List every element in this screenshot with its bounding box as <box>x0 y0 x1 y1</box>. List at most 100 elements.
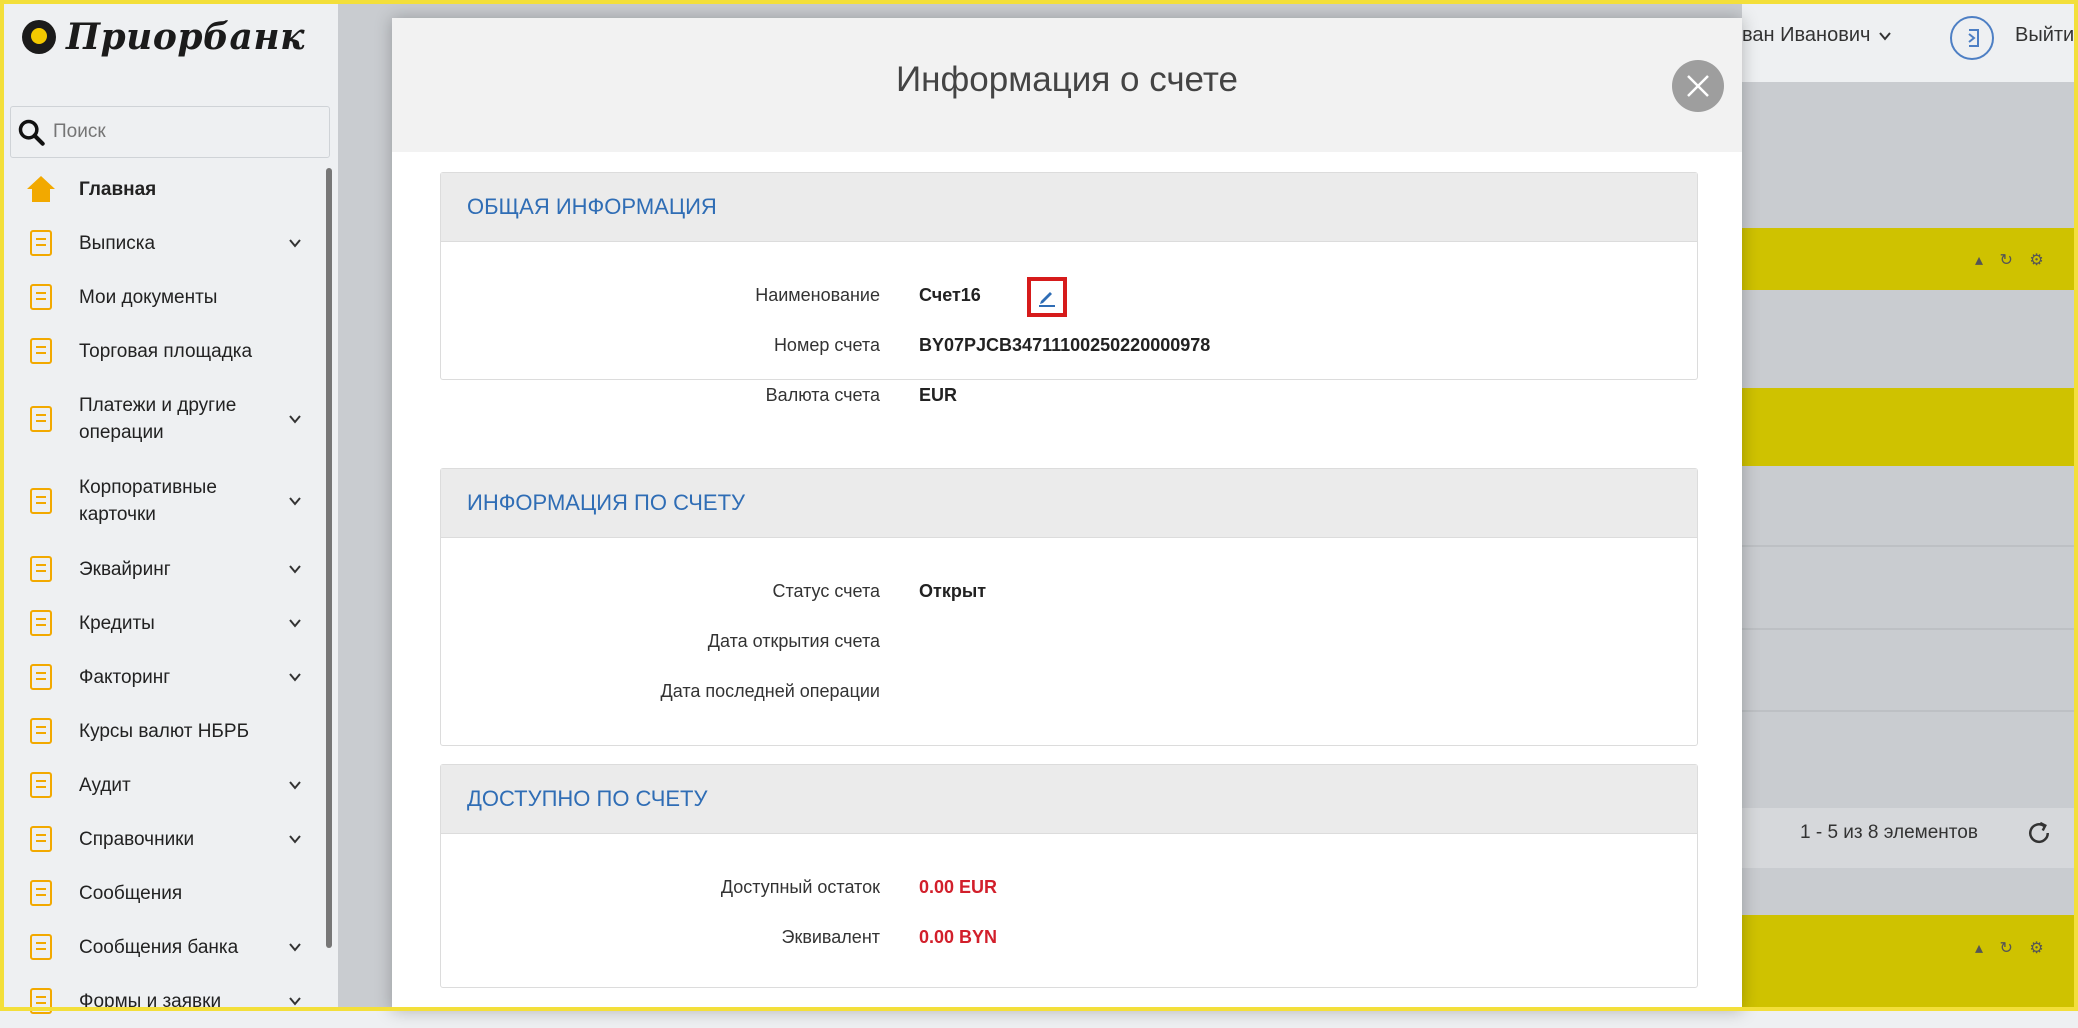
sidebar-item-label: Торговая площадка <box>79 340 253 362</box>
terminal-icon <box>24 552 58 586</box>
widget-band <box>1742 388 2078 466</box>
sidebar-item-label: Формы и заявки <box>79 990 222 1012</box>
bank-logo[interactable]: Приорбанк <box>22 16 305 58</box>
chevron-down-icon <box>288 832 302 846</box>
sidebar-item[interactable]: Эквайринг <box>0 542 320 596</box>
logout-icon <box>1968 29 1979 47</box>
account-status-panel: ИНФОРМАЦИЯ ПО СЧЕТУ Статус счета Открыт … <box>440 468 1698 746</box>
sidebar-item[interactable]: Аудит <box>0 758 320 812</box>
account-info-modal: Информация о счете ОБЩАЯ ИНФОРМАЦИЯ Наим… <box>392 18 1742 1011</box>
user-name: ван Иванович <box>1742 24 1871 46</box>
sidebar: Приорбанк Главная Выписка Мои документы Тор… <box>0 0 374 1014</box>
sidebar-item-label: Платежи и другие операции <box>79 395 237 443</box>
widget-tools[interactable]: ▴ ↻ ⚙ <box>1975 250 2050 270</box>
chevron-down-icon <box>288 236 302 250</box>
table-divider <box>1742 545 2078 547</box>
sidebar-item-label: Курсы валют НБРБ <box>79 720 250 742</box>
search-input[interactable] <box>51 120 315 144</box>
equivalent-value: 0.00 BYN <box>919 927 998 947</box>
pie-chart-icon <box>24 660 58 694</box>
sidebar-item-label: Факторинг <box>79 666 171 688</box>
edit-name-button[interactable] <box>1027 277 1067 317</box>
field-label: Статус счета <box>772 581 880 601</box>
info-row: Наименование Счет16 <box>441 277 1697 325</box>
statement-icon <box>24 226 58 260</box>
table-divider <box>1742 710 2078 712</box>
credit-icon <box>24 606 58 640</box>
pencil-icon <box>1039 292 1055 307</box>
exchange-icon <box>24 714 58 748</box>
field-label: Доступный остаток <box>720 877 880 897</box>
chevron-down-icon <box>288 778 302 792</box>
sidebar-item[interactable]: Главная <box>0 162 320 216</box>
sidebar-item-label: Мои документы <box>79 286 218 308</box>
sidebar-item-label: Главная <box>79 178 157 200</box>
message-icon <box>24 876 58 910</box>
sidebar-item[interactable]: Факторинг <box>0 650 320 704</box>
general-info-panel: ОБЩАЯ ИНФОРМАЦИЯ Наименование Счет16 Ном… <box>440 172 1698 405</box>
currency-value: EUR <box>919 385 958 405</box>
sidebar-item[interactable]: Платежи и другие операции <box>0 378 320 460</box>
sidebar-search[interactable] <box>10 106 330 158</box>
pager-text: 1 - 5 из 8 элементов <box>1800 822 1978 843</box>
sidebar-item[interactable]: Торговая площадка <box>0 324 320 378</box>
sidebar-item[interactable]: Сообщения банка <box>0 920 320 974</box>
close-icon <box>1687 75 1709 97</box>
chevron-down-icon <box>288 994 302 1008</box>
chevron-down-icon <box>288 494 302 508</box>
close-button[interactable] <box>1672 60 1724 112</box>
user-menu[interactable]: ван Иванович <box>1742 24 1892 47</box>
bank-logo-mark <box>22 20 56 54</box>
chevron-down-icon <box>288 670 302 684</box>
field-label: Эквивалент <box>781 927 881 947</box>
sidebar-item[interactable]: Сообщения <box>0 866 320 920</box>
sidebar-item-label: Сообщения <box>79 882 183 904</box>
sidebar-item[interactable]: Корпоративные карточки <box>0 460 320 542</box>
logout-label[interactable]: Выйти <box>2015 24 2074 47</box>
info-row: Доступный остаток 0.00 EUR <box>441 877 1697 917</box>
modal-title: Информация о счете <box>896 60 1238 99</box>
info-row: Эквивалент 0.00 BYN <box>441 927 1697 967</box>
eye-icon <box>24 768 58 802</box>
field-label: Наименование <box>755 285 880 305</box>
field-label: Номер счета <box>773 335 880 355</box>
field-label: Валюта счета <box>765 385 880 405</box>
sidebar-item-label: Аудит <box>79 774 131 796</box>
sidebar-item-label: Выписка <box>79 232 156 254</box>
account-number-value: BY07PJCB34711100250220000978 <box>919 335 1211 355</box>
documents-icon <box>24 280 58 314</box>
widget-tools-2[interactable]: ▴ ↻ ⚙ <box>1975 938 2050 958</box>
info-row: Дата последней операции <box>441 681 1697 721</box>
wallet-icon <box>24 402 58 436</box>
field-label: Дата открытия счета <box>707 631 880 651</box>
account-status-value: Открыт <box>919 581 987 601</box>
refresh-icon[interactable] <box>2024 818 2054 848</box>
form-icon <box>24 984 58 1018</box>
sidebar-item[interactable]: Кредиты <box>0 596 320 650</box>
search-icon <box>18 119 45 146</box>
info-row: Статус счета Открыт <box>441 581 1697 621</box>
bank-logo-text: Приорбанк <box>66 16 305 58</box>
info-row: Валюта счета EUR <box>441 385 1697 425</box>
sidebar-item[interactable]: Выписка <box>0 216 320 270</box>
section-title: ИНФОРМАЦИЯ ПО СЧЕТУ <box>441 469 1697 538</box>
sidebar-item-label: Кредиты <box>79 612 155 634</box>
widget-header-2 <box>1742 915 2078 1011</box>
sidebar-item[interactable]: Формы и заявки <box>0 974 320 1028</box>
available-balance-panel: ДОСТУПНО ПО СЧЕТУ Доступный остаток 0.00… <box>440 764 1698 988</box>
logout-button[interactable] <box>1950 16 1994 60</box>
info-row: Дата открытия счета <box>441 631 1697 671</box>
sidebar-item-label: Корпоративные карточки <box>79 477 217 525</box>
sidebar-item[interactable]: Справочники <box>0 812 320 866</box>
chevron-down-icon <box>288 562 302 576</box>
field-label: Дата последней операции <box>660 681 880 701</box>
home-icon <box>24 172 58 206</box>
sidebar-item[interactable]: Курсы валют НБРБ <box>0 704 320 758</box>
sidebar-scrollbar[interactable] <box>326 168 332 948</box>
sidebar-item-label: Сообщения банка <box>79 936 239 958</box>
chevron-down-icon <box>288 940 302 954</box>
modal-header: Информация о счете <box>392 18 1742 152</box>
sidebar-item[interactable]: Мои документы <box>0 270 320 324</box>
table-divider <box>1742 628 2078 630</box>
card-icon <box>24 484 58 518</box>
